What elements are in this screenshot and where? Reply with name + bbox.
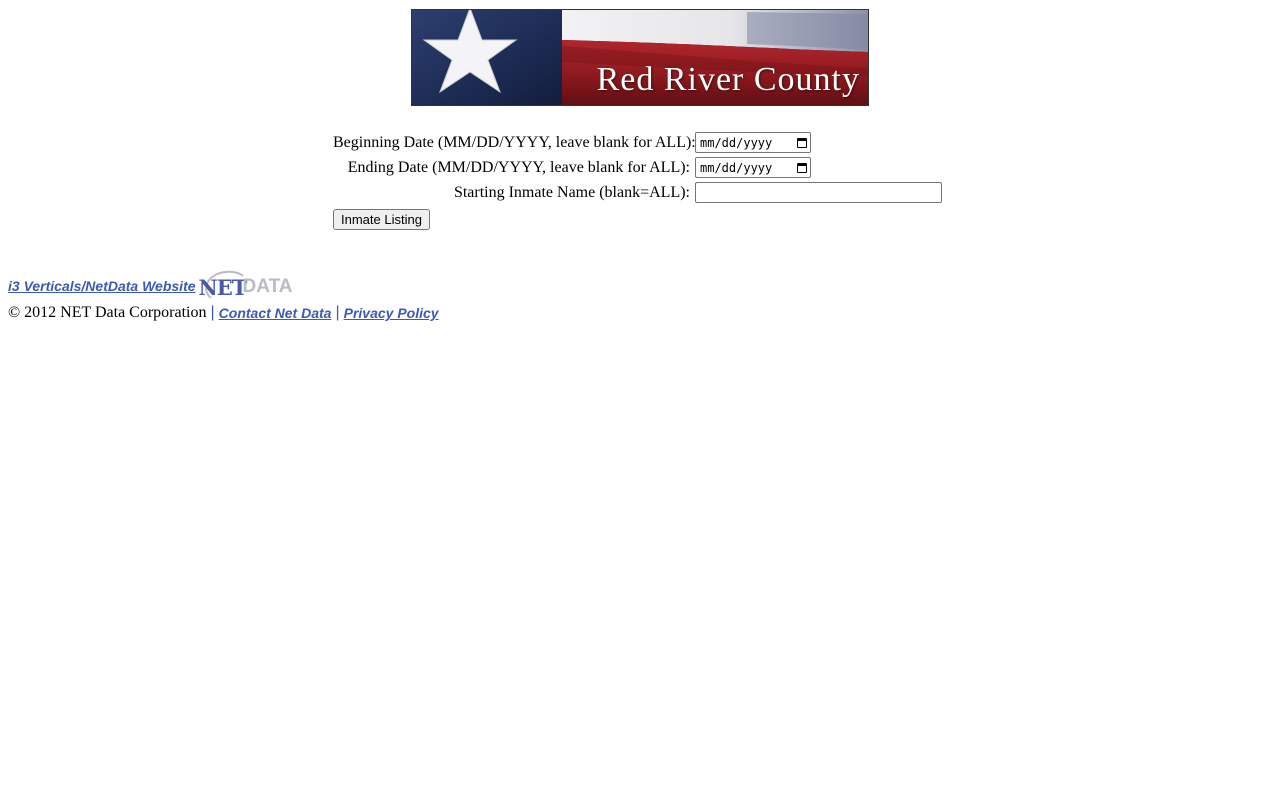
netdata-logo[interactable]: NET DATA	[199, 270, 295, 302]
inmate-search-form: Beginning Date (MM/DD/YYYY, leave blank …	[333, 130, 953, 230]
begin-date-placeholder: mm/dd/yyyy	[700, 135, 773, 150]
end-date-input[interactable]: mm/dd/yyyy	[695, 157, 811, 178]
calendar-icon[interactable]	[797, 162, 807, 173]
inmate-listing-button[interactable]: Inmate Listing	[333, 209, 430, 230]
logo-net-text: NET	[198, 275, 248, 300]
submit-row: Inmate Listing	[333, 209, 953, 230]
separator: |	[335, 304, 340, 321]
county-banner: Red River County	[411, 9, 869, 106]
calendar-icon[interactable]	[797, 137, 807, 148]
footer-website-line: i3 Verticals/NetData Website NET DATA	[8, 270, 439, 302]
end-date-row: Ending Date (MM/DD/YYYY, leave blank for…	[333, 155, 953, 180]
contact-link[interactable]: Contact Net Data	[219, 305, 332, 321]
begin-date-row: Beginning Date (MM/DD/YYYY, leave blank …	[333, 130, 953, 155]
netdata-website-link[interactable]: i3 Verticals/NetData Website	[8, 278, 196, 294]
begin-date-label: Beginning Date (MM/DD/YYYY, leave blank …	[333, 133, 696, 151]
logo-data-text: DATA	[242, 276, 293, 297]
privacy-policy-link[interactable]: Privacy Policy	[344, 305, 439, 321]
county-name: Red River County	[596, 61, 860, 98]
copyright-text: © 2012 NET Data Corporation	[8, 304, 207, 321]
page-footer: i3 Verticals/NetData Website NET DATA © …	[8, 270, 439, 322]
inmate-name-input[interactable]	[695, 182, 942, 203]
inmate-name-row: Starting Inmate Name (blank=ALL):	[333, 180, 953, 205]
footer-copyright-line: © 2012 NET Data Corporation | Contact Ne…	[8, 304, 439, 322]
end-date-placeholder: mm/dd/yyyy	[700, 160, 773, 175]
inmate-name-label: Starting Inmate Name (blank=ALL):	[453, 183, 690, 201]
begin-date-input[interactable]: mm/dd/yyyy	[695, 132, 811, 153]
separator: |	[210, 304, 215, 321]
end-date-label: Ending Date (MM/DD/YYYY, leave blank for…	[347, 158, 690, 176]
